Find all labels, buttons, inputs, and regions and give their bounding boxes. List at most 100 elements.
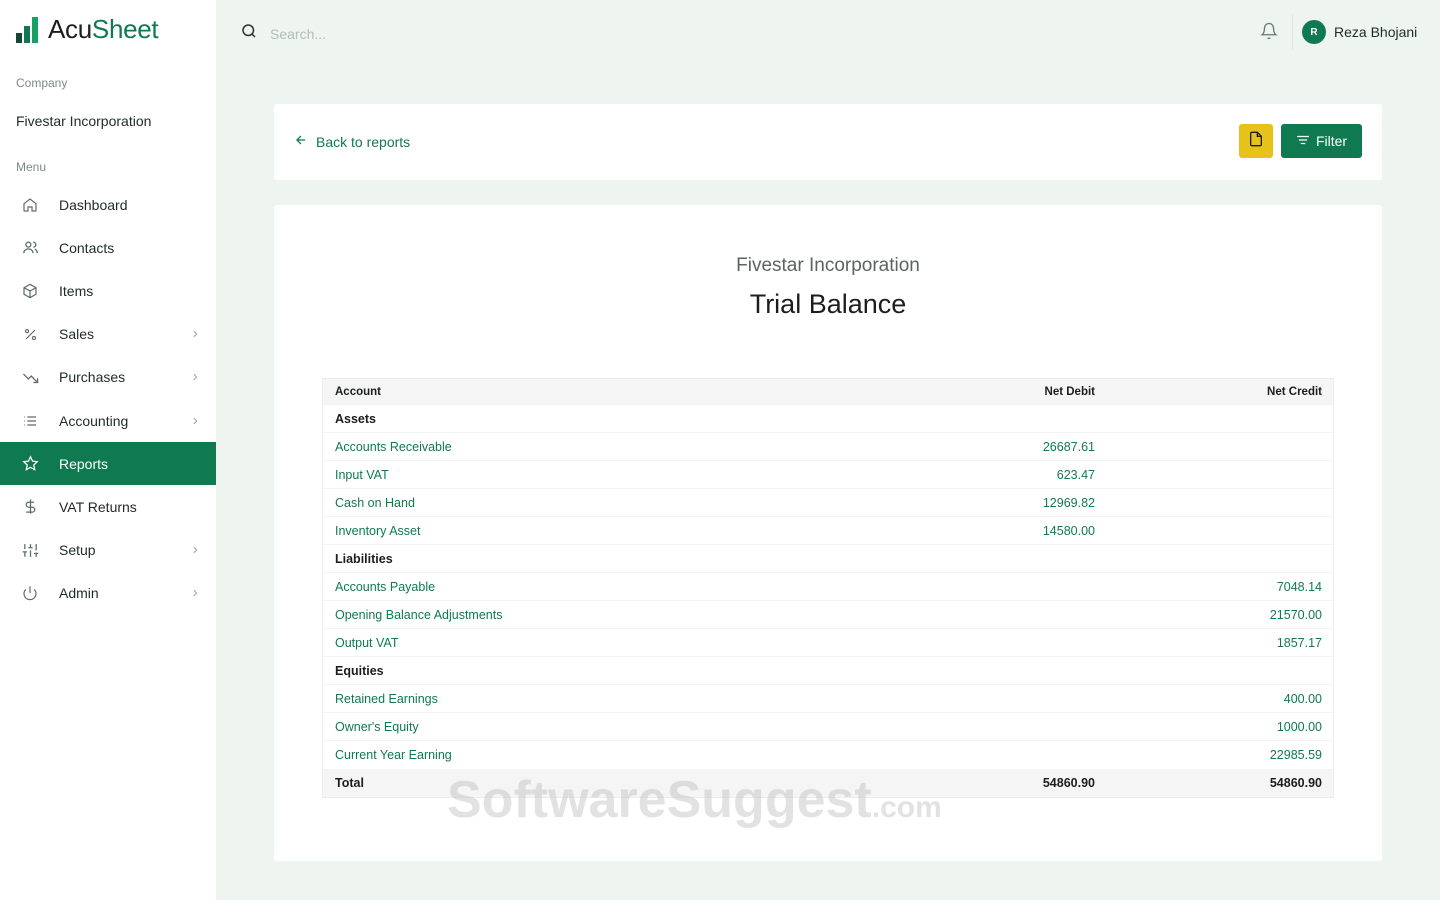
arrow-left-icon [294, 133, 308, 150]
bell-icon[interactable] [1260, 22, 1278, 45]
filter-lines-icon [1296, 133, 1310, 150]
home-icon [21, 196, 39, 214]
report-card: Fivestar Incorporation Trial Balance Acc… [274, 205, 1382, 861]
sidebar-item-admin[interactable]: Admin [0, 572, 216, 615]
back-to-reports-link[interactable]: Back to reports [294, 133, 410, 150]
total-debit: 54860.90 [1042, 776, 1095, 790]
table-row[interactable]: Retained Earnings 400.00 [323, 685, 1333, 713]
file-icon [1248, 131, 1264, 152]
credit-cell: 22985.59 [1269, 748, 1322, 762]
trial-balance-table: Account Net Debit Net Credit Assets Accou… [322, 378, 1334, 798]
table-group-row: Equities [323, 657, 1333, 685]
account-cell: Assets [335, 411, 376, 426]
table-group-row: Liabilities [323, 545, 1333, 573]
account-cell: Accounts Receivable [335, 439, 452, 454]
account-cell: Owner's Equity [335, 719, 419, 734]
credit-cell: 400.00 [1283, 691, 1322, 706]
sidebar-item-label: Dashboard [59, 196, 128, 213]
sidebar-item-sales[interactable]: Sales [0, 313, 216, 356]
credit-cell: 21570.00 [1269, 607, 1322, 622]
total-credit: 54860.90 [1269, 776, 1322, 790]
header-net-credit: Net Credit [1267, 385, 1322, 398]
avatar: R [1302, 20, 1326, 44]
acusheet-logo-icon [16, 16, 40, 43]
search-input[interactable] [270, 25, 570, 42]
table-row[interactable]: Cash on Hand 12969.82 [323, 489, 1333, 517]
search-icon[interactable] [240, 22, 258, 45]
debit-cell: 14580.00 [1042, 523, 1095, 538]
table-row[interactable]: Accounts Receivable 26687.61 [323, 433, 1333, 461]
percent-icon [21, 325, 39, 343]
sidebar-item-label: Setup [59, 542, 96, 559]
header-net-debit: Net Debit [1044, 385, 1095, 398]
dollar-icon [21, 498, 39, 516]
filter-button[interactable]: Filter [1281, 124, 1362, 158]
account-cell: Cash on Hand [335, 495, 415, 510]
sidebar-item-label: Contacts [59, 239, 115, 256]
sidebar-item-purchases[interactable]: Purchases [0, 356, 216, 399]
filter-label: Filter [1315, 133, 1348, 149]
account-cell: Liabilities [335, 551, 393, 566]
sidebar-item-label: Admin [59, 585, 99, 602]
sidebar-item-items[interactable]: Items [0, 269, 216, 312]
list-icon [21, 412, 39, 430]
sidebar-item-reports[interactable]: Reports [0, 442, 216, 486]
company-name[interactable]: Fivestar Incorporation [16, 113, 151, 129]
report-toolbar: Back to reports Filter [274, 104, 1382, 180]
topbar-divider [1292, 14, 1293, 50]
chevron-right-icon [190, 369, 200, 385]
sidebar-item-label: Accounting [59, 412, 129, 429]
chevron-right-icon [190, 585, 200, 601]
chevron-right-icon [190, 542, 200, 558]
sidebar: AcuSheet Company Fivestar Incorporation … [0, 0, 216, 900]
credit-cell: 1000.00 [1276, 719, 1322, 734]
account-cell: Opening Balance Adjustments [335, 607, 503, 622]
sidebar-item-vat-returns[interactable]: VAT Returns [0, 485, 216, 528]
users-icon [21, 239, 39, 257]
report-title: Trial Balance [749, 289, 907, 319]
star-icon [21, 455, 39, 473]
account-cell: Input VAT [335, 467, 389, 482]
table-row[interactable]: Current Year Earning 22985.59 [323, 741, 1333, 769]
sidebar-item-label: Purchases [59, 369, 126, 386]
table-body: Assets Accounts Receivable 26687.61 Input V… [323, 405, 1333, 769]
table-row[interactable]: Inventory Asset 14580.00 [323, 517, 1333, 545]
back-label: Back to reports [316, 133, 411, 150]
table-group-row: Assets [323, 405, 1333, 433]
sidebar-item-dashboard[interactable]: Dashboard [0, 183, 216, 226]
user-menu[interactable]: R Reza Bhojani [1302, 20, 1417, 44]
account-cell: Equities [335, 663, 384, 678]
account-cell: Current Year Earning [335, 748, 452, 762]
company-section-label: Company [16, 76, 68, 90]
topbar: R Reza Bhojani [216, 0, 1440, 64]
sidebar-item-label: Sales [59, 326, 95, 343]
chevron-right-icon [190, 413, 200, 429]
export-document-button[interactable] [1239, 124, 1273, 158]
account-cell: Inventory Asset [335, 523, 421, 538]
debit-cell: 26687.61 [1042, 439, 1095, 454]
sidebar-nav: Dashboard Contacts Items Sales Purchases… [0, 183, 216, 615]
table-row[interactable]: Output VAT 1857.17 [323, 629, 1333, 657]
table-row[interactable]: Opening Balance Adjustments 21570.00 [323, 601, 1333, 629]
brand[interactable]: AcuSheet [16, 14, 159, 45]
table-row[interactable]: Accounts Payable 7048.14 [323, 573, 1333, 601]
sidebar-item-accounting[interactable]: Accounting [0, 399, 216, 442]
sidebar-item-label: VAT Returns [59, 498, 137, 515]
sliders-icon [21, 541, 39, 559]
table-row[interactable]: Input VAT 623.47 [323, 461, 1333, 489]
chevron-right-icon [190, 326, 200, 342]
report-company: Fivestar Incorporation [736, 255, 920, 276]
sidebar-item-label: Reports [59, 455, 109, 472]
table-row[interactable]: Owner's Equity 1000.00 [323, 713, 1333, 741]
table-header: Account Net Debit Net Credit [323, 379, 1333, 405]
account-cell: Accounts Payable [335, 579, 436, 594]
debit-cell: 623.47 [1056, 467, 1095, 482]
watermark: SoftwareSuggest.com [447, 771, 942, 829]
account-cell: Retained Earnings [335, 691, 438, 706]
power-icon [21, 584, 39, 602]
brand-name: AcuSheet [48, 14, 159, 44]
credit-cell: 7048.14 [1276, 579, 1322, 594]
sidebar-item-setup[interactable]: Setup [0, 529, 216, 572]
sidebar-item-contacts[interactable]: Contacts [0, 226, 216, 269]
search [240, 22, 570, 45]
